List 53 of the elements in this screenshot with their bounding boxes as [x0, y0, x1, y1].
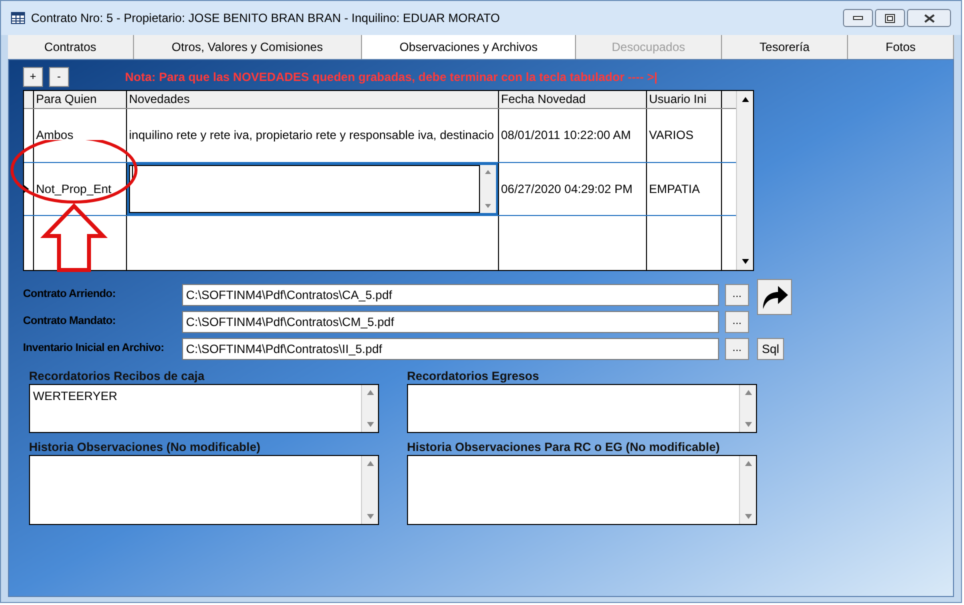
memo-field[interactable]	[407, 384, 757, 433]
memo-scrollbar[interactable]	[739, 385, 756, 432]
browse-button[interactable]: ...	[725, 310, 749, 332]
remove-row-button[interactable]: -	[49, 67, 69, 87]
sql-button[interactable]: Sql	[757, 338, 784, 360]
memo-label: Recordatorios Recibos de caja	[29, 368, 206, 384]
annotation-arrow	[40, 203, 108, 272]
minimize-button[interactable]	[843, 9, 873, 27]
cell-editor[interactable]	[127, 163, 498, 215]
table-cell-text: 06/27/2020 04:29:02 PM	[500, 181, 634, 198]
table-cell-text: inquilino rete y rete iva, propietario rete y responsable iva, destinacio	[128, 127, 495, 144]
close-button[interactable]	[907, 9, 951, 27]
warning-note: Nota: Para que las NOVEDADES queden grabadas, debe terminar con la tecla tabulador ---- >|	[125, 69, 658, 86]
close-icon	[924, 14, 934, 22]
memo-label: Recordatorios Egresos	[407, 368, 540, 384]
field-label: Contrato Mandato:	[23, 314, 117, 330]
memo-field[interactable]	[29, 455, 379, 525]
table-cell-text: Not_Prop_Ent	[35, 181, 112, 198]
path-field[interactable]: C:\SOFTINM4\Pdf\Contratos\CA_5.pdf	[182, 284, 719, 306]
memo-scrollbar[interactable]	[739, 456, 756, 524]
curved-arrow-icon	[760, 284, 788, 310]
browse-button[interactable]: ...	[725, 284, 749, 306]
memo-label: Historia Observaciones (No modificable)	[29, 439, 262, 455]
column-header[interactable]: Fecha Novedad	[499, 91, 647, 108]
maximize-button[interactable]	[875, 9, 905, 27]
grid-scrollbar[interactable]	[736, 91, 753, 270]
memo-scrollbar[interactable]	[361, 385, 378, 432]
browse-button[interactable]: ...	[725, 338, 749, 360]
restore-icon	[885, 14, 895, 22]
memo-label: Historia Observaciones Para RC o EG (No modificable)	[407, 439, 721, 455]
column-header[interactable]: Usuario Ini	[647, 91, 722, 108]
window-title: Contrato Nro: 5 - Propietario: JOSE BENITO BRAN BRAN - Inquilino: EDUAR MORATO	[31, 10, 500, 27]
memo-field[interactable]	[407, 455, 757, 525]
table-cell-text: EMPATIA	[648, 181, 701, 198]
column-header[interactable]: Novedades	[127, 91, 499, 108]
table-cell-text: VARIOS	[648, 127, 694, 144]
path-field[interactable]: C:\SOFTINM4\Pdf\Contratos\CM_5.pdf	[182, 310, 719, 332]
text-cursor	[132, 166, 133, 180]
memo-scrollbar[interactable]	[361, 456, 378, 524]
memo-field[interactable]: WERTEERYER	[29, 384, 379, 433]
table-icon	[11, 12, 25, 24]
table-cell-text: Ambos	[35, 127, 74, 144]
memo-text: WERTEERYER	[33, 389, 118, 403]
path-field[interactable]: C:\SOFTINM4\Pdf\Contratos\II_5.pdf	[182, 338, 719, 360]
field-label: Contrato Arriendo:	[23, 287, 117, 302]
tab[interactable]: Observaciones y Archivos	[362, 35, 576, 59]
add-row-button[interactable]: +	[23, 67, 43, 87]
column-header[interactable]: Para Quien	[34, 91, 127, 108]
grid-row[interactable]: Not_Prop_Ent 06/27/2020 04:29:02 PM EMPATIA	[24, 162, 736, 216]
table-cell-text: 08/01/2011 10:22:00 AM	[500, 127, 632, 144]
field-label: Inventario Inicial en Archivo:	[23, 341, 165, 356]
minimize-icon	[853, 16, 863, 20]
open-file-button[interactable]	[757, 279, 792, 315]
